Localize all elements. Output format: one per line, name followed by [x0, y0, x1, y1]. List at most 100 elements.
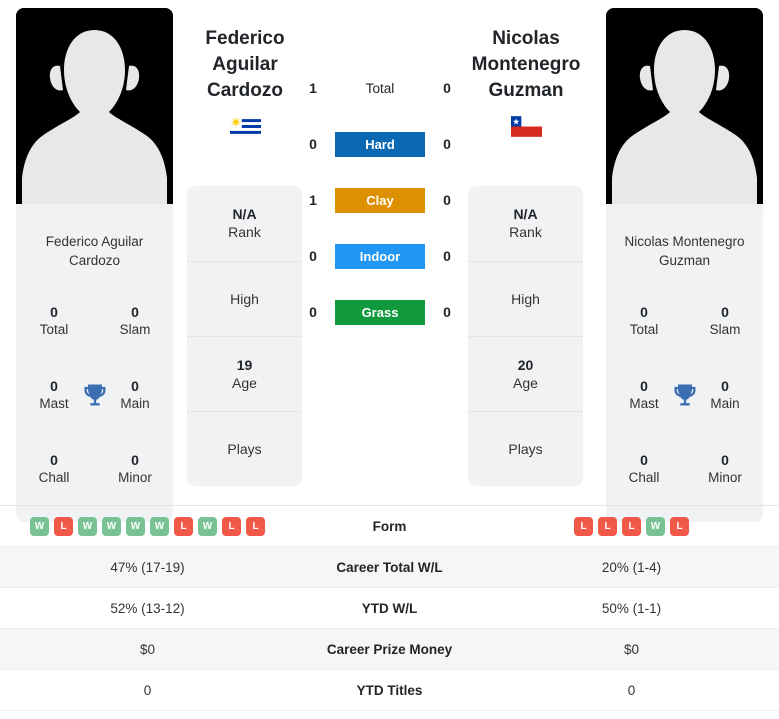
form-badges-left: WLWWWWLWLL — [30, 516, 265, 536]
info-label: Plays — [508, 440, 543, 457]
title-label: Mast — [629, 396, 659, 411]
form-badge-loss: L — [574, 516, 593, 536]
h2h-row-grass: 0 Grass 0 — [305, 284, 455, 340]
title-tile-mast: 0 Mast — [24, 378, 84, 412]
info-label: Rank — [509, 224, 542, 240]
player-name-line-2: Montenegro — [471, 54, 581, 75]
stat-value-left: 47% (17-19) — [110, 559, 185, 575]
stat-value-left: 52% (13-12) — [110, 600, 185, 616]
player-stat-card-right: Nicolas Montenegro Guzman 0 Total 0 Slam — [606, 210, 763, 522]
h2h-right-count: 0 — [443, 192, 451, 208]
form-cell-left: WLWWWWLWLL — [0, 506, 295, 546]
title-count: 0 — [131, 304, 139, 320]
title-count: 0 — [640, 304, 648, 320]
player-info-cards-right: N/A Rank High 20 Age Plays — [468, 186, 583, 486]
stat-label: YTD W/L — [361, 600, 418, 616]
title-tile-chall: 0 Chall — [614, 452, 674, 486]
stat-value-right: 0 — [627, 682, 636, 698]
info-card-rank: N/A Rank — [468, 186, 583, 261]
title-tile-mast: 0 Mast — [614, 378, 674, 412]
title-count: 0 — [721, 378, 729, 394]
title-label: Main — [710, 396, 740, 411]
player-column-left: Federico Aguilar Cardozo 0 Total 0 Slam — [16, 8, 173, 522]
table-row: 47% (17-19) Career Total W/L 20% (1-4) — [0, 547, 779, 588]
player-comparison-page: Federico Aguilar Cardozo 0 Total 0 Slam — [0, 0, 779, 719]
player-name-line-3: Guzman — [488, 80, 564, 101]
titles-grid-right: 0 Total 0 Slam 0 Mast 0 Main 0 Chall 0 M… — [614, 278, 755, 506]
stat-value-left: $0 — [139, 641, 156, 657]
h2h-right-count: 0 — [443, 136, 451, 152]
stat-label: YTD Titles — [356, 682, 423, 698]
h2h-left-count: 1 — [309, 192, 317, 208]
info-card-plays: Plays — [187, 411, 302, 486]
h2h-surface-bar-indoor[interactable]: Indoor — [335, 243, 425, 269]
title-label: Total — [629, 322, 659, 337]
title-count: 0 — [640, 452, 648, 468]
form-badges-right: LLLWL — [574, 516, 689, 536]
player-name-line-1: Federico — [205, 28, 285, 49]
title-label: Main — [120, 396, 150, 411]
h2h-row-hard: 0 Hard 0 — [305, 116, 455, 172]
title-count: 0 — [50, 304, 58, 320]
player-avatar-placeholder-left — [16, 8, 173, 210]
h2h-left-count: 1 — [309, 80, 317, 96]
info-card-high: High — [468, 261, 583, 336]
form-badge-loss: L — [622, 516, 641, 536]
table-row: 52% (13-12) YTD W/L 50% (1-1) — [0, 588, 779, 629]
comparison-header: Federico Aguilar Cardozo 0 Total 0 Slam — [0, 0, 779, 522]
info-card-rank: N/A Rank — [187, 186, 302, 261]
info-label: Rank — [228, 224, 261, 240]
h2h-row-indoor: 0 Indoor 0 — [305, 228, 455, 284]
table-row: $0 Career Prize Money $0 — [0, 629, 779, 670]
info-label: Age — [232, 374, 257, 391]
stat-value-right: $0 — [623, 641, 640, 657]
form-badge-win: W — [78, 516, 97, 536]
info-value: N/A — [513, 206, 538, 222]
title-count: 0 — [50, 378, 58, 394]
player-name-line-3: Cardozo — [207, 80, 283, 101]
info-value: 19 — [236, 356, 253, 373]
form-badge-loss: L — [670, 516, 689, 536]
trophy-icon — [81, 381, 109, 409]
info-card-age: 20 Age — [468, 336, 583, 411]
stat-value-right: 50% (1-1) — [601, 600, 662, 616]
info-value: 20 — [517, 356, 534, 373]
title-count: 0 — [640, 378, 648, 394]
title-label: Total — [39, 322, 69, 337]
table-row: WLWWWWLWLL Form LLLWL — [0, 506, 779, 547]
title-count: 0 — [721, 304, 729, 320]
title-label: Minor — [118, 470, 152, 485]
title-label: Slam — [709, 322, 741, 337]
form-badge-win: W — [198, 516, 217, 536]
player-heading-left: Federico Aguilar Cardozo — [180, 26, 310, 137]
title-count: 0 — [50, 452, 58, 468]
h2h-left-count: 0 — [309, 248, 317, 264]
title-tile-minor: 0 Minor — [105, 452, 165, 486]
stat-label: Form — [372, 518, 407, 534]
form-badge-loss: L — [246, 516, 265, 536]
title-tile-main: 0 Main — [695, 378, 755, 412]
h2h-row-total: 1 Total 0 — [305, 60, 455, 116]
title-label: Minor — [708, 470, 742, 485]
player-name-line-2: Aguilar — [212, 54, 278, 75]
player-info-cards-left: N/A Rank High 19 Age Plays — [187, 186, 302, 486]
titles-row: 0 Chall 0 Minor — [614, 432, 755, 506]
h2h-surface-bar-hard[interactable]: Hard — [335, 131, 425, 157]
form-badge-loss: L — [598, 516, 617, 536]
title-tile-main: 0 Main — [105, 378, 165, 412]
h2h-left-count: 0 — [309, 136, 317, 152]
form-badge-win: W — [30, 516, 49, 536]
title-tile-slam: 0 Slam — [105, 304, 165, 338]
title-tile-slam: 0 Slam — [695, 304, 755, 338]
title-tile-minor: 0 Minor — [695, 452, 755, 486]
titles-row: 0 Mast 0 Main — [24, 358, 165, 432]
form-badge-loss: L — [54, 516, 73, 536]
title-tile-chall: 0 Chall — [24, 452, 84, 486]
info-card-high: High — [187, 261, 302, 336]
h2h-surface-bar-clay[interactable]: Clay — [335, 187, 425, 213]
player-column-right: Nicolas Montenegro Guzman 0 Total 0 Slam — [606, 8, 763, 522]
title-count: 0 — [131, 452, 139, 468]
h2h-surface-bar-grass[interactable]: Grass — [335, 299, 425, 325]
player-name-line-1: Nicolas — [492, 28, 560, 49]
titles-row: 0 Chall 0 Minor — [24, 432, 165, 506]
